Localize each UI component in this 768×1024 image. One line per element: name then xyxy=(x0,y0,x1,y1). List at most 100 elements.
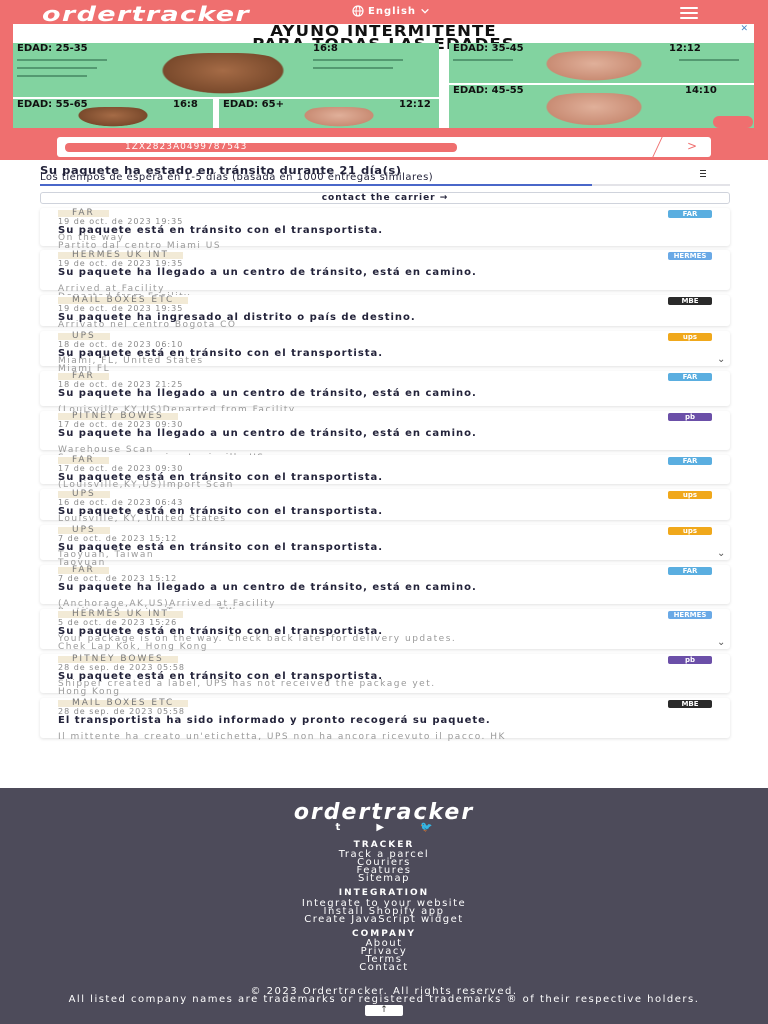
event-message: El transportista ha sido informado y pro… xyxy=(58,715,491,726)
event-detail: (Louisville,KY,US)Import Scan xyxy=(58,480,234,490)
progress-bar xyxy=(40,184,730,186)
ad-panel-age: EDAD: 45-55 xyxy=(453,85,524,96)
event-detail: Arrivato nel centro Bogota CO xyxy=(58,320,237,330)
filter-icon[interactable] xyxy=(700,170,706,179)
tracking-event: UPS 16 de oct. de 2023 06:43 Su paquete es… xyxy=(40,489,730,524)
ups-logo: ups xyxy=(668,527,712,535)
ad-person-image xyxy=(299,107,379,128)
ad-person-image xyxy=(539,51,649,83)
footer-link[interactable]: Contact xyxy=(0,963,768,973)
ad-close-icon[interactable]: ✕ xyxy=(740,24,748,34)
ad-person-image xyxy=(153,53,293,97)
event-detail: Taoyuan, Taiwan xyxy=(58,550,155,560)
event-message: Su paquete ha llegado a un centro de trá… xyxy=(58,267,477,278)
tracking-event: MAIL BOXES ETC 28 de sep. de 2023 05:58 El… xyxy=(40,698,730,742)
mbe-logo: MBE xyxy=(668,297,712,305)
contact-carrier-button[interactable]: contact the carrier → xyxy=(40,192,730,204)
event-detail: Louisville, KY, United States xyxy=(58,514,227,524)
chevron-down-icon xyxy=(421,8,429,14)
carrier-name: PITNEY BOWES xyxy=(58,412,178,421)
event-detail: Hong Kong xyxy=(58,687,121,697)
far-logo: FAR xyxy=(668,210,712,218)
carrier-name: FAR xyxy=(58,209,109,218)
mbe-logo: MBE xyxy=(668,700,712,708)
ad-panel-ratio: 16:8 xyxy=(313,43,338,54)
hermes-logo: HERMES xyxy=(668,252,712,260)
ad-person-image xyxy=(73,107,153,128)
ad-panel: EDAD: 25-35 16:8 xyxy=(13,43,439,97)
ad-panel-ratio: 16:8 xyxy=(173,99,198,110)
tracking-event: UPS 18 de oct. de 2023 06:10 Su paquete es… xyxy=(40,331,730,374)
logo[interactable]: ordertracker xyxy=(42,2,250,26)
chevron-down-icon[interactable]: ⌄ xyxy=(717,548,725,559)
search-submit-button[interactable]: > xyxy=(677,139,707,155)
delivery-estimate: Los tiempos de espera en 1-5 días (basad… xyxy=(40,172,434,183)
menu-icon[interactable] xyxy=(680,7,698,19)
ad-person-image xyxy=(539,93,649,128)
language-label: English xyxy=(368,5,417,17)
event-detail: Miami, FL, United States xyxy=(58,356,204,366)
tracking-event: FAR 19 de oct. de 2023 19:35 Su paquete es… xyxy=(40,208,730,251)
youtube-icon[interactable]: ▶ xyxy=(376,822,384,833)
tracking-event: UPS 7 de oct. de 2023 15:12 Su paquete est… xyxy=(40,525,730,568)
event-detail: Partito dal centro Miami US xyxy=(58,241,222,251)
ups-logo: ups xyxy=(668,491,712,499)
tracking-search[interactable]: 1ZX2823A0499787543 > xyxy=(57,137,711,157)
ad-panel-age: EDAD: 25-35 xyxy=(17,43,88,54)
carrier-name: MAIL BOXES ETC xyxy=(58,296,189,305)
progress-fill xyxy=(40,184,592,186)
carrier-name: PITNEY BOWES xyxy=(58,655,178,664)
tracking-event: PITNEY BOWES 17 de oct. de 2023 09:30 Su p… xyxy=(40,411,730,463)
ad-cta-button[interactable] xyxy=(713,116,753,128)
carrier-name: UPS xyxy=(58,332,110,341)
tumblr-icon[interactable]: t xyxy=(336,822,341,833)
footer-link[interactable]: Sitemap xyxy=(0,874,768,884)
carrier-name: HERMES UK INT xyxy=(58,251,183,260)
footer-link[interactable]: Create JavaScript widget xyxy=(0,915,768,925)
ad-panel-age: EDAD: 55-65 xyxy=(17,99,88,110)
carrier-name: MAIL BOXES ETC xyxy=(58,699,189,708)
event-detail: Shipper created a label, UPS has not rec… xyxy=(58,679,436,689)
hermes-logo: HERMES xyxy=(668,611,712,619)
ad-panel: EDAD: 55-65 16:8 xyxy=(13,99,213,128)
twitter-icon[interactable]: 🐦 xyxy=(420,822,432,833)
footer-section-title: INTEGRATION xyxy=(338,888,430,898)
tracking-event: PITNEY BOWES 28 de sep. de 2023 05:58 Su p… xyxy=(40,654,730,697)
pb-logo: pb xyxy=(668,413,712,421)
advertisement[interactable]: AYUNO INTERMITENTE PARA TODAS LAS EDADES… xyxy=(13,24,754,128)
ad-panel-ratio: 12:12 xyxy=(669,43,701,54)
header: ordertracker English AYUNO INTERMITENTE … xyxy=(0,0,768,160)
event-message: Su paquete ha llegado a un centro de trá… xyxy=(58,388,477,399)
event-detail: Il mittente ha creato un'etichetta, UPS … xyxy=(58,732,506,742)
ad-panel-ratio: 12:12 xyxy=(399,99,431,110)
carrier-name: HERMES UK INT xyxy=(58,610,183,619)
language-selector[interactable]: English xyxy=(352,5,430,17)
globe-icon xyxy=(352,5,364,17)
chevron-down-icon[interactable]: ⌄ xyxy=(717,637,725,648)
far-logo: FAR xyxy=(668,373,712,381)
carrier-name: FAR xyxy=(58,456,109,465)
carrier-name: UPS xyxy=(58,490,110,499)
tracking-event: HERMES UK INT 19 de oct. de 2023 19:35 Su … xyxy=(40,250,730,302)
footer: ordertracker t ▶ 🐦 TRACKER Track a parce… xyxy=(0,788,768,1024)
far-logo: FAR xyxy=(668,567,712,575)
tracking-number-input[interactable]: 1ZX2823A0499787543 xyxy=(65,143,457,152)
tracking-event: FAR 7 de oct. de 2023 15:12 Su paquete ha … xyxy=(40,565,730,617)
scroll-top-button[interactable]: ↑ xyxy=(365,1005,403,1016)
event-message: Su paquete ha llegado a un centro de trá… xyxy=(58,428,477,439)
ad-panel: EDAD: 45-55 14:10 xyxy=(449,85,754,128)
carrier-name: UPS xyxy=(58,526,110,535)
ups-logo: ups xyxy=(668,333,712,341)
ad-panel: EDAD: 35-45 12:12 xyxy=(449,43,754,83)
tracking-event: MAIL BOXES ETC 19 de oct. de 2023 19:35 Su… xyxy=(40,295,730,330)
tracking-event: HERMES UK INT 5 de oct. de 2023 15:26 Su p… xyxy=(40,609,730,652)
ad-panel-age: EDAD: 65+ xyxy=(223,99,284,110)
ad-panel-age: EDAD: 35-45 xyxy=(453,43,524,54)
ad-panel-ratio: 14:10 xyxy=(685,85,717,96)
trademark-notice: All listed company names are trademarks … xyxy=(68,994,700,1005)
ad-panel: EDAD: 65+ 12:12 xyxy=(219,99,439,128)
event-message: Su paquete ha llegado a un centro de trá… xyxy=(58,582,477,593)
chevron-down-icon[interactable]: ⌄ xyxy=(717,354,725,365)
pb-logo: pb xyxy=(668,656,712,664)
chevron-right-icon: > xyxy=(686,139,698,153)
